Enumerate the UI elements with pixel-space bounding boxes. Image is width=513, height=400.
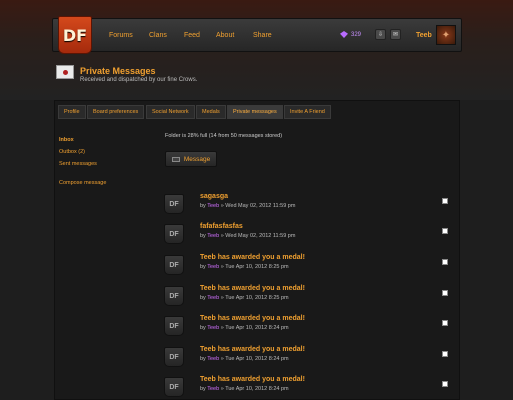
mail-icon[interactable]: ✉ xyxy=(390,29,401,40)
message-checkbox[interactable] xyxy=(442,351,448,357)
tab-medals[interactable]: Medals xyxy=(196,105,226,119)
message-date: » Tue Apr 10, 2012 8:24 pm xyxy=(220,356,289,362)
message-meta: by Teeb » Tue Apr 10, 2012 8:24 pm xyxy=(200,386,289,392)
sidebar-item-sent[interactable]: Sent messages xyxy=(59,161,97,167)
message-meta: by Teeb » Tue Apr 10, 2012 8:24 pm xyxy=(200,325,289,331)
person-icon[interactable]: ⇩ xyxy=(375,29,386,40)
by-label: by xyxy=(200,264,206,270)
message-row[interactable]: DF Teeb has awarded you a medal! by Teeb »… xyxy=(162,314,454,340)
sidebar-item-outbox[interactable]: Outbox (2) xyxy=(59,149,85,155)
message-subject[interactable]: fafafasfasfas xyxy=(200,223,243,230)
message-meta: by Teeb » Tue Apr 10, 2012 8:24 pm xyxy=(200,356,289,362)
message-checkbox[interactable] xyxy=(442,290,448,296)
message-author[interactable]: Teeb xyxy=(207,325,219,331)
tab-private-messages[interactable]: Private messages xyxy=(227,105,283,119)
message-meta: by Teeb » Wed May 02, 2012 11:59 pm xyxy=(200,233,295,239)
message-checkbox[interactable] xyxy=(442,228,448,234)
message-author[interactable]: Teeb xyxy=(207,264,219,270)
message-date: » Tue Apr 10, 2012 8:25 pm xyxy=(220,264,289,270)
by-label: by xyxy=(200,233,206,239)
df-badge-icon: DF xyxy=(164,194,184,214)
envelope-icon xyxy=(56,65,74,79)
df-badge-icon: DF xyxy=(164,286,184,306)
message-row[interactable]: DF sagasga by Teeb » Wed May 02, 2012 11:5… xyxy=(162,192,454,218)
new-message-button[interactable]: Message xyxy=(165,151,217,167)
message-subject[interactable]: Teeb has awarded you a medal! xyxy=(200,285,305,292)
message-author[interactable]: Teeb xyxy=(207,295,219,301)
username-link[interactable]: Teeb xyxy=(416,32,432,39)
message-meta: by Teeb » Wed May 02, 2012 11:59 pm xyxy=(200,203,295,209)
df-badge-icon: DF xyxy=(164,377,184,397)
message-subject[interactable]: Teeb has awarded you a medal! xyxy=(200,315,305,322)
df-badge-icon: DF xyxy=(164,316,184,336)
by-label: by xyxy=(200,386,206,392)
tab-profile[interactable]: Profile xyxy=(58,105,86,119)
message-meta: by Teeb » Tue Apr 10, 2012 8:25 pm xyxy=(200,295,289,301)
message-subject[interactable]: Teeb has awarded you a medal! xyxy=(200,376,305,383)
tab-invite-friend[interactable]: Invite A Friend xyxy=(284,105,331,119)
message-row[interactable]: DF Teeb has awarded you a medal! by Teeb »… xyxy=(162,375,454,400)
sidebar-item-inbox[interactable]: Inbox xyxy=(59,137,74,143)
message-row[interactable]: DF Teeb has awarded you a medal! by Teeb »… xyxy=(162,345,454,371)
site-logo[interactable]: DF xyxy=(58,16,92,54)
folder-usage-info: Folder is 28% full (14 from 50 messages … xyxy=(165,133,283,139)
message-row[interactable]: DF fafafasfasfas by Teeb » Wed May 02, 201… xyxy=(162,222,454,248)
df-badge-icon: DF xyxy=(164,255,184,275)
message-author[interactable]: Teeb xyxy=(207,386,219,392)
message-row[interactable]: DF Teeb has awarded you a medal! by Teeb »… xyxy=(162,253,454,279)
page-title: Private Messages xyxy=(80,66,156,76)
message-meta: by Teeb » Tue Apr 10, 2012 8:25 pm xyxy=(200,264,289,270)
message-date: » Wed May 02, 2012 11:59 pm xyxy=(220,203,296,209)
by-label: by xyxy=(200,325,206,331)
by-label: by xyxy=(200,356,206,362)
new-message-label: Message xyxy=(183,155,211,163)
page-subtitle: Received and dispatched by our fine Crow… xyxy=(80,77,198,83)
df-badge-icon: DF xyxy=(164,224,184,244)
message-author[interactable]: Teeb xyxy=(207,203,219,209)
envelope-small-icon xyxy=(171,156,180,162)
message-author[interactable]: Teeb xyxy=(207,233,219,239)
gem-count[interactable]: 329 xyxy=(351,32,361,38)
tab-board-preferences[interactable]: Board preferences xyxy=(87,105,145,119)
message-row[interactable]: DF Teeb has awarded you a medal! by Teeb »… xyxy=(162,284,454,310)
user-avatar[interactable]: ✦ xyxy=(436,25,456,45)
message-checkbox[interactable] xyxy=(442,381,448,387)
message-checkbox[interactable] xyxy=(442,198,448,204)
message-checkbox[interactable] xyxy=(442,259,448,265)
nav-clans[interactable]: Clans xyxy=(149,32,167,39)
message-checkbox[interactable] xyxy=(442,320,448,326)
tab-social-network[interactable]: Social Network xyxy=(146,105,195,119)
sidebar-item-compose[interactable]: Compose message xyxy=(59,180,106,186)
df-badge-icon: DF xyxy=(164,347,184,367)
message-subject[interactable]: Teeb has awarded you a medal! xyxy=(200,346,305,353)
message-date: » Wed May 02, 2012 11:59 pm xyxy=(220,233,296,239)
message-subject[interactable]: Teeb has awarded you a medal! xyxy=(200,254,305,261)
nav-forums[interactable]: Forums xyxy=(109,32,133,39)
nav-feed[interactable]: Feed xyxy=(184,32,200,39)
message-date: » Tue Apr 10, 2012 8:24 pm xyxy=(220,386,289,392)
nav-share[interactable]: Share xyxy=(253,32,272,39)
nav-about[interactable]: About xyxy=(216,32,234,39)
by-label: by xyxy=(200,203,206,209)
message-date: » Tue Apr 10, 2012 8:24 pm xyxy=(220,325,289,331)
message-date: » Tue Apr 10, 2012 8:25 pm xyxy=(220,295,289,301)
message-author[interactable]: Teeb xyxy=(207,356,219,362)
by-label: by xyxy=(200,295,206,301)
message-subject[interactable]: sagasga xyxy=(200,193,228,200)
